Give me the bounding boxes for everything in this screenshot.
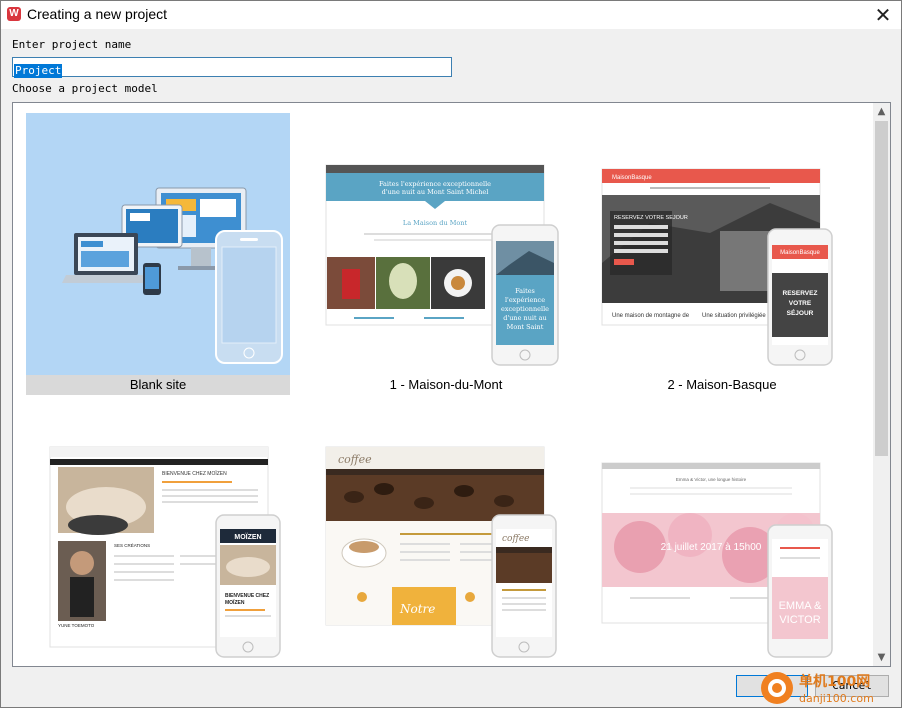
svg-text:l'expérience: l'expérience	[505, 296, 545, 304]
watermark-text-main: 单机100网	[799, 673, 870, 690]
scroll-thumb[interactable]	[875, 121, 888, 456]
app-logo-icon: W	[7, 7, 21, 21]
title-bar: W Creating a new project ✕	[1, 1, 901, 29]
model-tile-coffee[interactable]: coffee Notre coffee	[314, 437, 578, 666]
wedding-names: EMMA &	[779, 600, 822, 612]
wedding-date: 21 juillet 2017 à 15h00	[661, 542, 762, 553]
project-model-label: Choose a project model	[12, 82, 158, 95]
moizen-preview: BIENVENUE CHEZ MOÏZEN YUNE TOEMOTO SES C…	[49, 446, 281, 658]
model-label: 1 - Maison-du-Mont	[389, 377, 503, 392]
coffee-preview: coffee Notre coffee	[325, 446, 557, 658]
wedding-preview: Emma & Victor, une longue histoire 21 ju…	[601, 462, 833, 658]
coffee-brand: coffee	[338, 453, 372, 466]
model-tile-blank[interactable]: Blank site	[26, 113, 290, 395]
model-label: Blank site	[26, 375, 290, 395]
model-thumbnail: Emma & Victor, une longue histoire 21 ju…	[590, 437, 854, 666]
svg-text:SÉJOUR: SÉJOUR	[787, 308, 814, 317]
moizen-creations: SES CRÉATIONS	[114, 542, 150, 548]
coffee-menu: Notre	[399, 602, 435, 616]
scroll-up-arrow-icon[interactable]: ▲	[873, 103, 890, 120]
scroll-down-arrow-icon[interactable]: ▼	[873, 649, 890, 666]
model-tile-maison-basque[interactable]: MaisonBasque RESERVEZ VOTRE SEJOUR Une m…	[590, 113, 854, 395]
basque-brand-text: MaisonBasque	[612, 175, 652, 181]
model-thumbnail: Faites l'expérience exceptionnelle d'une…	[314, 113, 578, 375]
mont-heading: La Maison du Mont	[403, 219, 468, 227]
svg-text:VICTOR: VICTOR	[779, 614, 820, 626]
svg-text:MOÏZEN: MOÏZEN	[225, 599, 245, 606]
model-tile-wedding[interactable]: Emma & Victor, une longue histoire 21 ju…	[590, 437, 854, 666]
svg-text:exceptionnelle: exceptionnelle	[501, 305, 549, 313]
wedding-title: Emma & Victor, une longue histoire	[676, 477, 747, 482]
svg-text:d'une nuit au: d'une nuit au	[503, 314, 546, 322]
svg-text:MaisonBasque: MaisonBasque	[780, 250, 820, 256]
mont-phone-text: Faites	[515, 287, 535, 295]
window-title: Creating a new project	[27, 6, 168, 22]
model-tile-moizen[interactable]: BIENVENUE CHEZ MOÏZEN YUNE TOEMOTO SES C…	[38, 437, 302, 666]
moizen-heading: BIENVENUE CHEZ	[225, 593, 269, 599]
model-thumbnail: coffee Notre coffee	[314, 437, 578, 666]
model-thumbnail: MaisonBasque RESERVEZ VOTRE SEJOUR Une m…	[590, 113, 854, 375]
maison-du-mont-preview: Faites l'expérience exceptionnelle d'une…	[325, 164, 559, 366]
project-name-input[interactable]: Project	[12, 57, 452, 78]
devices-illustration	[62, 187, 283, 364]
dialog-window: W Creating a new project ✕ Enter project…	[0, 0, 902, 708]
model-thumbnail	[26, 113, 290, 375]
model-gallery: Blank site Faites l'expérience exception…	[12, 102, 891, 667]
svg-text:VOTRE: VOTRE	[789, 300, 812, 307]
moizen-name: YUNE TOEMOTO	[58, 623, 95, 628]
model-tile-maison-du-mont[interactable]: Faites l'expérience exceptionnelle d'une…	[314, 113, 578, 395]
model-thumbnail: BIENVENUE CHEZ MOÏZEN YUNE TOEMOTO SES C…	[38, 437, 302, 666]
project-name-label: Enter project name	[12, 38, 132, 51]
gallery-scrollbar[interactable]: ▲ ▼	[873, 103, 890, 666]
mont-banner-text: Faites l'expérience exceptionnelle	[379, 180, 491, 188]
model-label: 2 - Maison-Basque	[667, 377, 777, 392]
watermark-text-url: danji100.com	[799, 692, 874, 705]
watermark-logo: 单机100网 danji100.com	[761, 672, 874, 705]
close-button[interactable]: ✕	[871, 3, 895, 27]
svg-text:coffee: coffee	[502, 534, 530, 544]
basque-hero-text: RESERVEZ VOTRE SEJOUR	[614, 215, 688, 221]
svg-text:BIENVENUE CHEZ MOÏZEN: BIENVENUE CHEZ MOÏZEN	[162, 470, 227, 477]
basque-caption-left: Une maison de montagne de	[612, 313, 690, 319]
basque-phone-text: RESERVEZ	[783, 290, 818, 297]
maison-basque-preview: MaisonBasque RESERVEZ VOTRE SEJOUR Une m…	[601, 168, 833, 366]
moizen-brand: MOÏZEN	[234, 533, 261, 541]
svg-text:Mont Saint: Mont Saint	[507, 323, 544, 331]
svg-text:d'une nuit au Mont Saint Miche: d'une nuit au Mont Saint Michel	[382, 188, 489, 196]
project-name-value: Project	[14, 64, 63, 78]
basque-caption-right: Une situation privilégiée	[702, 313, 766, 319]
